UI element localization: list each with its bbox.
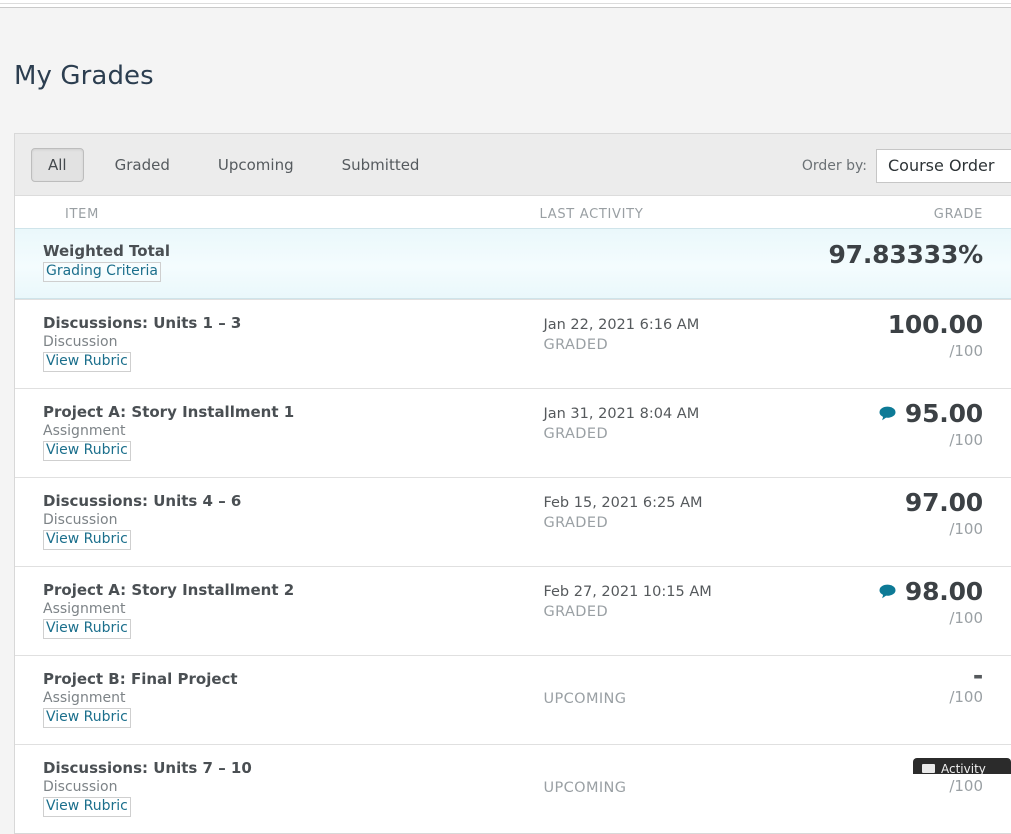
grade-cell: 98.00/100 (839, 567, 1011, 655)
item-type: Assignment (43, 690, 539, 708)
item-cell: Project B: Final ProjectAssignmentView R… (15, 656, 539, 744)
table-row[interactable]: Discussions: Units 7 – 10DiscussionView … (15, 744, 1011, 833)
last-activity-cell: Feb 27, 2021 10:15 AMGRADED (539, 567, 839, 655)
table-row[interactable]: Project A: Story Installment 2Assignment… (15, 566, 1011, 655)
grade-value: 97.00 (905, 490, 983, 515)
grade-denominator: /100 (839, 779, 983, 794)
item-title: Discussions: Units 7 – 10 (43, 759, 539, 778)
item-title: Project A: Story Installment 2 (43, 581, 539, 600)
column-header-grade: GRADE (839, 207, 1011, 222)
status-badge: GRADED (543, 336, 839, 356)
view-rubric-link[interactable]: View Rubric (43, 619, 131, 639)
grade-line: 97.00 (839, 490, 983, 515)
grade-value: - (973, 668, 983, 683)
item-title: Project B: Final Project (43, 670, 539, 689)
view-rubric-link[interactable]: View Rubric (43, 708, 131, 728)
grades-list: Weighted TotalGrading Criteria 97.83333% D… (15, 228, 1011, 833)
last-activity-cell: Feb 15, 2021 6:25 AMGRADED (539, 478, 839, 566)
table-row[interactable]: Project A: Story Installment 1Assignment… (15, 388, 1011, 477)
view-rubric-link[interactable]: View Rubric (43, 352, 131, 372)
item-type: Assignment (43, 601, 539, 619)
grade-denominator: /100 (839, 522, 983, 537)
weighted-total-row[interactable]: Weighted TotalGrading Criteria 97.83333% (15, 228, 1011, 299)
status-badge: UPCOMING (543, 761, 839, 799)
item-cell: Discussions: Units 1 – 3DiscussionView R… (15, 300, 539, 388)
tab-all[interactable]: All (31, 148, 84, 182)
chat-icon (922, 764, 935, 773)
tab-graded[interactable]: Graded (98, 148, 187, 182)
filter-tabbar: All Graded Upcoming Submitted Order by: … (15, 134, 1011, 196)
activity-widget-label: Activity (941, 762, 986, 775)
page-title: My Grades (0, 25, 1011, 89)
item-cell: Discussions: Units 7 – 10DiscussionView … (15, 745, 539, 833)
last-activity-cell (539, 229, 839, 298)
item-cell: Project A: Story Installment 2Assignment… (15, 567, 539, 655)
tab-submitted[interactable]: Submitted (325, 148, 437, 182)
status-badge: UPCOMING (543, 672, 839, 710)
grade-line: - (839, 668, 983, 683)
page-body: My Grades All Graded Upcoming Submitted … (0, 25, 1011, 791)
last-activity-cell: UPCOMING (539, 656, 839, 744)
order-by-label: Order by: (802, 158, 867, 174)
view-rubric-link[interactable]: View Rubric (43, 797, 131, 817)
grade-line: 100.00 (839, 312, 983, 337)
grade-value: 98.00 (905, 579, 983, 604)
grade-denominator: /100 (839, 344, 983, 359)
grade-denominator: /100 (839, 433, 983, 448)
last-activity-cell: Jan 31, 2021 8:04 AMGRADED (539, 389, 839, 477)
comment-bubble-icon[interactable] (879, 583, 896, 600)
item-title: Discussions: Units 4 – 6 (43, 492, 539, 511)
grade-line: 98.00 (839, 579, 983, 604)
grade-line: 95.00 (839, 401, 983, 426)
grade-cell: 95.00/100 (839, 389, 1011, 477)
grade-cell: 97.83333% (839, 229, 1011, 298)
view-rubric-link[interactable]: View Rubric (43, 441, 131, 461)
table-row[interactable]: Discussions: Units 4 – 6DiscussionView R… (15, 477, 1011, 566)
item-title: Project A: Story Installment 1 (43, 403, 539, 422)
grades-card: All Graded Upcoming Submitted Order by: … (14, 133, 1011, 834)
table-row[interactable]: Discussions: Units 1 – 3DiscussionView R… (15, 299, 1011, 388)
browser-chrome-strip (0, 0, 1011, 8)
item-cell: Discussions: Units 4 – 6DiscussionView R… (15, 478, 539, 566)
activity-date: Feb 15, 2021 6:25 AM (543, 494, 839, 514)
status-badge: GRADED (543, 514, 839, 534)
item-type: Discussion (43, 512, 539, 530)
order-by-select[interactable]: Course Order (876, 149, 1011, 183)
activity-date: Feb 27, 2021 10:15 AM (543, 583, 839, 603)
last-activity-cell: UPCOMING (539, 745, 839, 833)
column-headers: ITEM LAST ACTIVITY GRADE (15, 196, 1011, 228)
status-badge: GRADED (543, 425, 839, 445)
item-cell: Weighted TotalGrading Criteria (15, 229, 539, 298)
grade-value: 100.00 (888, 312, 983, 337)
view-rubric-link[interactable]: View Rubric (43, 530, 131, 550)
item-type: Discussion (43, 334, 539, 352)
comment-bubble-icon[interactable] (879, 405, 896, 422)
item-title: Weighted Total (43, 242, 539, 261)
item-title: Discussions: Units 1 – 3 (43, 314, 539, 333)
grade-line: 97.83333% (839, 242, 983, 267)
column-header-last-activity: LAST ACTIVITY (539, 207, 839, 222)
grading-criteria-link[interactable]: Grading Criteria (43, 262, 161, 282)
grade-value: 97.83333% (828, 242, 983, 267)
grade-denominator: /100 (839, 611, 983, 626)
activity-date: Jan 31, 2021 8:04 AM (543, 405, 839, 425)
grade-cell: - /100 (839, 656, 1011, 744)
column-header-item: ITEM (15, 207, 539, 222)
item-cell: Project A: Story Installment 1Assignment… (15, 389, 539, 477)
grade-value: 95.00 (905, 401, 983, 426)
order-by-control: Order by: Course Order (802, 149, 1011, 183)
item-type: Assignment (43, 423, 539, 441)
browser-chrome-line (0, 0, 1011, 4)
activity-widget[interactable]: Activity (913, 758, 1011, 774)
grade-cell: 100.00/100 (839, 300, 1011, 388)
grade-denominator: /100 (839, 690, 983, 705)
status-badge: GRADED (543, 603, 839, 623)
grade-cell: 97.00/100 (839, 478, 1011, 566)
table-row[interactable]: Project B: Final ProjectAssignmentView R… (15, 655, 1011, 744)
tab-upcoming[interactable]: Upcoming (201, 148, 311, 182)
activity-date: Jan 22, 2021 6:16 AM (543, 316, 839, 336)
item-type: Discussion (43, 779, 539, 797)
last-activity-cell: Jan 22, 2021 6:16 AMGRADED (539, 300, 839, 388)
